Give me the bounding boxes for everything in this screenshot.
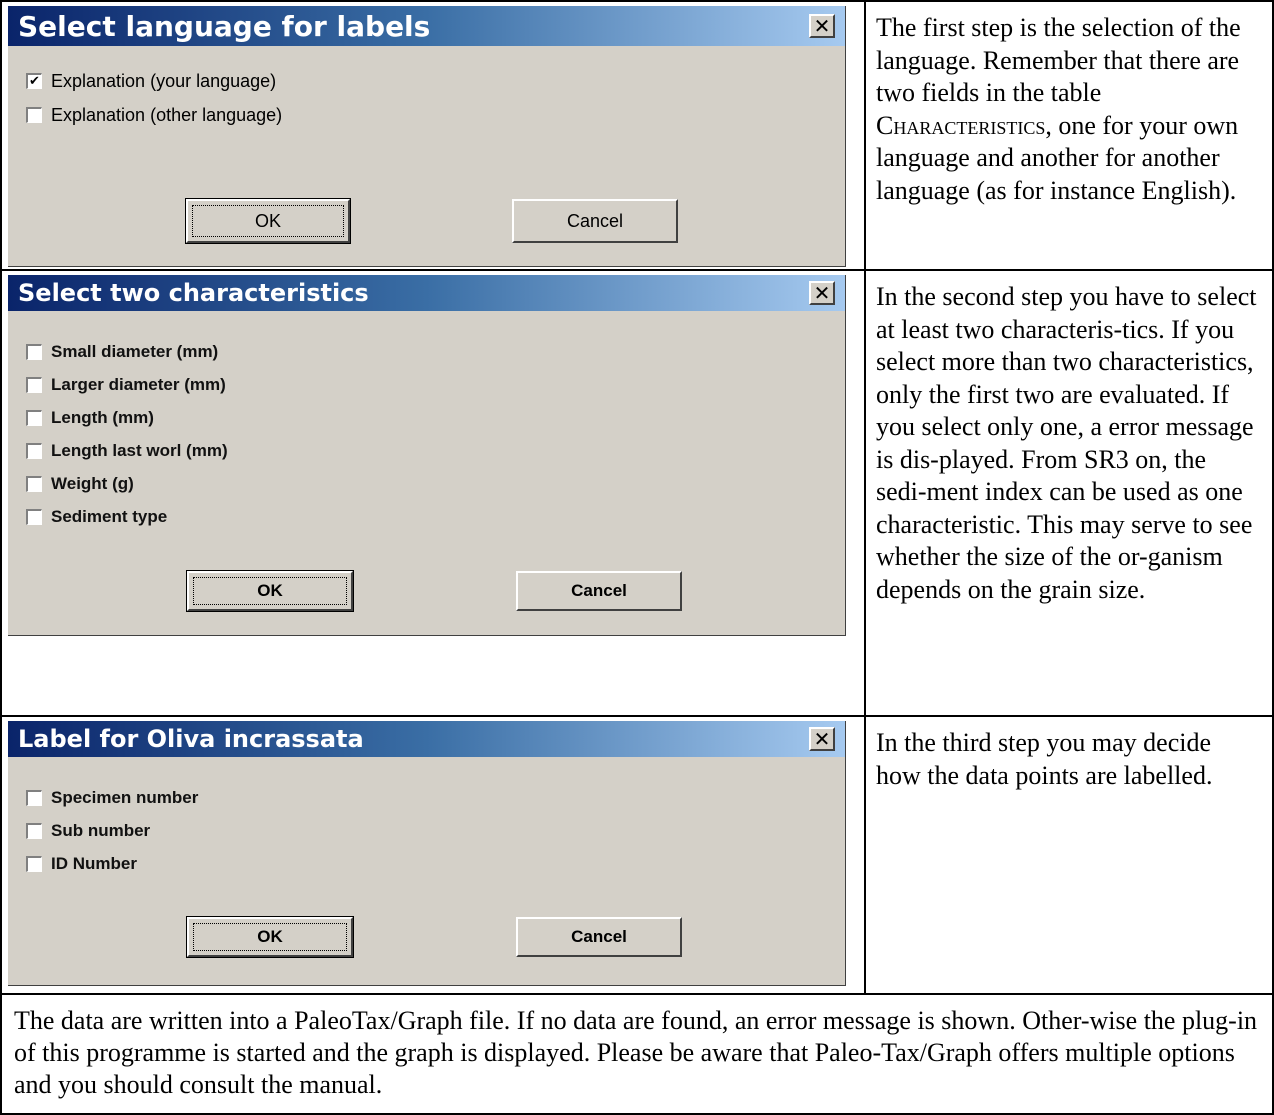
summary-cell: The data are written into a PaleoTax/Gra… (0, 993, 1274, 1115)
table-row: Select language for labels ✕ ✔ Explanati… (0, 0, 1274, 271)
checkbox-label: Length (mm) (51, 407, 154, 427)
table-row: The data are written into a PaleoTax/Gra… (0, 993, 1274, 1115)
checkbox-box[interactable] (26, 822, 42, 839)
checkbox-box[interactable] (26, 343, 42, 360)
checkbox-label: Larger diameter (mm) (51, 374, 226, 394)
checkbox-box[interactable] (26, 855, 42, 872)
checkbox-label: ID Number (51, 853, 137, 873)
checkbox-label: Sediment type (51, 506, 168, 526)
checkbox-box[interactable] (26, 442, 42, 459)
document-table: Select language for labels ✕ ✔ Explanati… (0, 0, 1274, 1115)
checkbox-box[interactable] (26, 475, 42, 492)
close-icon[interactable]: ✕ (809, 14, 835, 38)
dialog-titlebar[interactable]: Select language for labels ✕ (8, 6, 845, 46)
explanation-cell: In the third step you may decide how the… (864, 715, 1274, 995)
explanation-text: The first step is the selection of the l… (876, 13, 1241, 205)
cancel-button[interactable]: Cancel (516, 571, 682, 611)
checkbox-id-number[interactable]: ID Number (26, 847, 845, 880)
explanation-text: In the second step you have to select at… (876, 282, 1257, 604)
checkbox-box[interactable] (26, 789, 42, 806)
select-characteristics-dialog: Select two characteristics ✕ Small diame… (8, 275, 846, 636)
summary-text: The data are written into a PaleoTax/Gra… (14, 1006, 1258, 1099)
close-icon[interactable]: ✕ (809, 727, 835, 751)
explanation-cell: In the second step you have to select at… (864, 269, 1274, 717)
checkbox-small-diameter[interactable]: Small diameter (mm) (26, 335, 845, 368)
checkbox-label: Explanation (your language) (51, 70, 277, 91)
checkbox-box[interactable] (26, 409, 42, 426)
checkbox-box[interactable] (26, 376, 42, 393)
ok-button[interactable]: OK (185, 198, 351, 244)
checkbox-sub-number[interactable]: Sub number (26, 814, 845, 847)
select-language-dialog: Select language for labels ✕ ✔ Explanati… (8, 6, 846, 267)
checkbox-label: Sub number (51, 820, 151, 840)
checkbox-length[interactable]: Length (mm) (26, 401, 845, 434)
dialog-cell: Select language for labels ✕ ✔ Explanati… (0, 0, 866, 271)
explanation-text: In the third step you may decide how the… (876, 728, 1213, 790)
explanation-cell: The first step is the selection of the l… (864, 0, 1274, 271)
dialog-title: Select language for labels (18, 9, 431, 43)
checkbox-weight[interactable]: Weight (g) (26, 467, 845, 500)
checkbox-sediment-type[interactable]: Sediment type (26, 500, 845, 533)
checkbox-your-language[interactable]: ✔ Explanation (your language) (26, 64, 845, 98)
dialog-titlebar[interactable]: Select two characteristics ✕ (8, 275, 845, 311)
checkbox-other-language[interactable]: Explanation (other language) (26, 98, 845, 132)
checkbox-label: Explanation (other language) (51, 104, 283, 125)
ok-button[interactable]: OK (186, 570, 354, 612)
checkbox-box[interactable]: ✔ (26, 73, 42, 89)
checkbox-label: Length last worl (mm) (51, 440, 228, 460)
dialog-cell: Select two characteristics ✕ Small diame… (0, 269, 866, 717)
dialog-title: Label for Oliva incrassata (18, 725, 364, 753)
checkbox-label: Weight (g) (51, 473, 134, 493)
dialog-title: Select two characteristics (18, 279, 369, 307)
dialog-titlebar[interactable]: Label for Oliva incrassata ✕ (8, 721, 845, 757)
close-icon[interactable]: ✕ (809, 281, 835, 305)
cancel-button[interactable]: Cancel (516, 917, 682, 957)
dialog-cell: Label for Oliva incrassata ✕ Specimen nu… (0, 715, 866, 995)
checkbox-label: Small diameter (mm) (51, 341, 219, 361)
table-row: Label for Oliva incrassata ✕ Specimen nu… (0, 715, 1274, 995)
ok-button[interactable]: OK (186, 916, 354, 958)
checkbox-length-last-worl[interactable]: Length last worl (mm) (26, 434, 845, 467)
table-name: Characteristics (876, 110, 1046, 140)
checkbox-box[interactable] (26, 508, 42, 525)
cancel-button[interactable]: Cancel (512, 199, 678, 243)
checkbox-label: Specimen number (51, 787, 199, 807)
label-dialog: Label for Oliva incrassata ✕ Specimen nu… (8, 721, 846, 986)
checkbox-box[interactable] (26, 107, 42, 123)
checkbox-specimen-number[interactable]: Specimen number (26, 781, 845, 814)
checkbox-larger-diameter[interactable]: Larger diameter (mm) (26, 368, 845, 401)
table-row: Select two characteristics ✕ Small diame… (0, 269, 1274, 717)
